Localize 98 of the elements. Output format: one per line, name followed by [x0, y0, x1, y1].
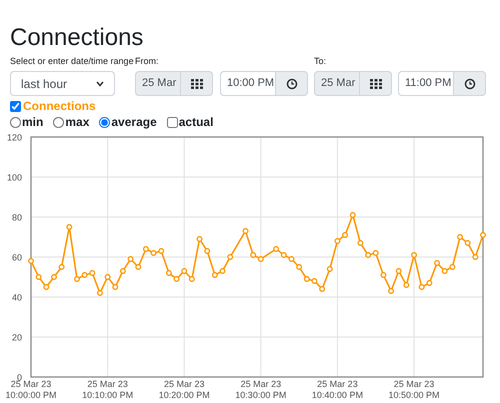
point	[74, 276, 80, 282]
point	[464, 240, 471, 246]
page-title: Connections	[10, 24, 144, 52]
point	[472, 254, 478, 260]
series-checkbox[interactable]	[10, 100, 21, 112]
point	[372, 250, 379, 256]
mode-label: actual	[178, 114, 214, 131]
point	[89, 270, 96, 276]
point	[280, 252, 287, 258]
point	[43, 284, 50, 290]
point	[128, 256, 134, 262]
point	[418, 284, 425, 290]
point	[457, 234, 463, 240]
point	[242, 228, 248, 234]
date-field[interactable]: 25 Mar	[314, 71, 360, 96]
chevron-down-icon	[96, 80, 104, 86]
point	[334, 238, 340, 244]
y-tick-label: 120	[6, 132, 22, 142]
point	[58, 264, 65, 270]
y-tick-label: 40	[12, 292, 22, 302]
mode-radio[interactable]	[10, 116, 21, 128]
point	[97, 290, 103, 296]
point	[112, 284, 118, 290]
clock-button[interactable]	[276, 71, 308, 96]
x-tick-label: 25 Mar 23 10:40:00 PM	[312, 379, 363, 400]
point	[51, 274, 57, 280]
to-label: To:	[314, 55, 326, 67]
point	[288, 256, 294, 262]
point	[181, 268, 188, 274]
mode-radio[interactable]	[99, 116, 110, 128]
point	[212, 272, 218, 278]
calendar-button[interactable]	[181, 71, 213, 96]
point	[273, 246, 280, 252]
point	[196, 236, 202, 242]
y-tick-label: 100	[6, 172, 22, 182]
point	[365, 252, 372, 258]
mode-checkbox[interactable]	[166, 116, 178, 128]
point	[350, 212, 356, 218]
y-tick-label: 80	[12, 212, 22, 222]
point	[227, 254, 234, 260]
point	[220, 268, 226, 274]
x-tick-label: 25 Mar 23 10:00:00 PM	[5, 379, 57, 400]
point	[36, 274, 42, 280]
point	[434, 260, 440, 266]
range-select[interactable]: last hour	[10, 71, 115, 96]
calendar-grid-icon	[370, 78, 382, 88]
point	[480, 232, 486, 238]
clock-icon	[464, 78, 476, 90]
point	[296, 264, 302, 270]
time-field[interactable]: 11:00 PM	[398, 71, 454, 96]
point	[442, 268, 448, 274]
point	[411, 252, 417, 258]
point	[304, 276, 310, 282]
point	[403, 282, 410, 288]
x-tick-label: 25 Mar 23 10:20:00 PM	[158, 379, 210, 400]
point	[250, 252, 256, 258]
point	[388, 288, 394, 294]
point	[380, 272, 386, 278]
point	[426, 280, 432, 286]
range-label: Select or enter date/time range	[10, 56, 134, 66]
point	[396, 268, 402, 274]
mode-radio[interactable]	[53, 116, 64, 128]
calendar-button[interactable]	[360, 71, 392, 96]
point	[312, 278, 318, 284]
point	[342, 232, 348, 238]
series-label: Connections	[23, 99, 96, 113]
y-tick-label: 60	[12, 252, 22, 262]
point	[174, 276, 180, 282]
point	[258, 256, 264, 262]
clock-button[interactable]	[454, 71, 486, 96]
clock-icon	[286, 78, 298, 90]
point	[120, 268, 126, 274]
y-tick-label: 20	[12, 332, 22, 342]
point	[326, 266, 333, 272]
from-label: From:	[135, 56, 158, 66]
mode-label: min	[22, 114, 44, 131]
date-field[interactable]: 25 Mar	[135, 71, 181, 96]
x-tick-label: 25 Mar 23 10:10:00 PM	[82, 379, 134, 400]
x-tick-label: 25 Mar 23 10:50:00 PM	[388, 379, 440, 400]
x-tick-label: 25 Mar 23 10:30:00 PM	[235, 379, 286, 400]
point	[66, 224, 72, 230]
point	[166, 270, 172, 276]
point	[357, 240, 364, 246]
point	[135, 264, 142, 270]
mode-label: max	[65, 114, 90, 131]
point	[82, 272, 88, 278]
point	[104, 274, 111, 280]
calendar-grid-icon	[190, 78, 202, 88]
point	[142, 246, 149, 252]
point	[28, 258, 34, 264]
point	[188, 276, 195, 282]
point	[158, 248, 164, 254]
point	[319, 286, 326, 292]
point	[204, 248, 210, 254]
time-field[interactable]: 10:00 PM	[220, 71, 276, 96]
mode-label: average	[111, 114, 157, 131]
point	[150, 250, 157, 256]
point	[449, 264, 456, 270]
